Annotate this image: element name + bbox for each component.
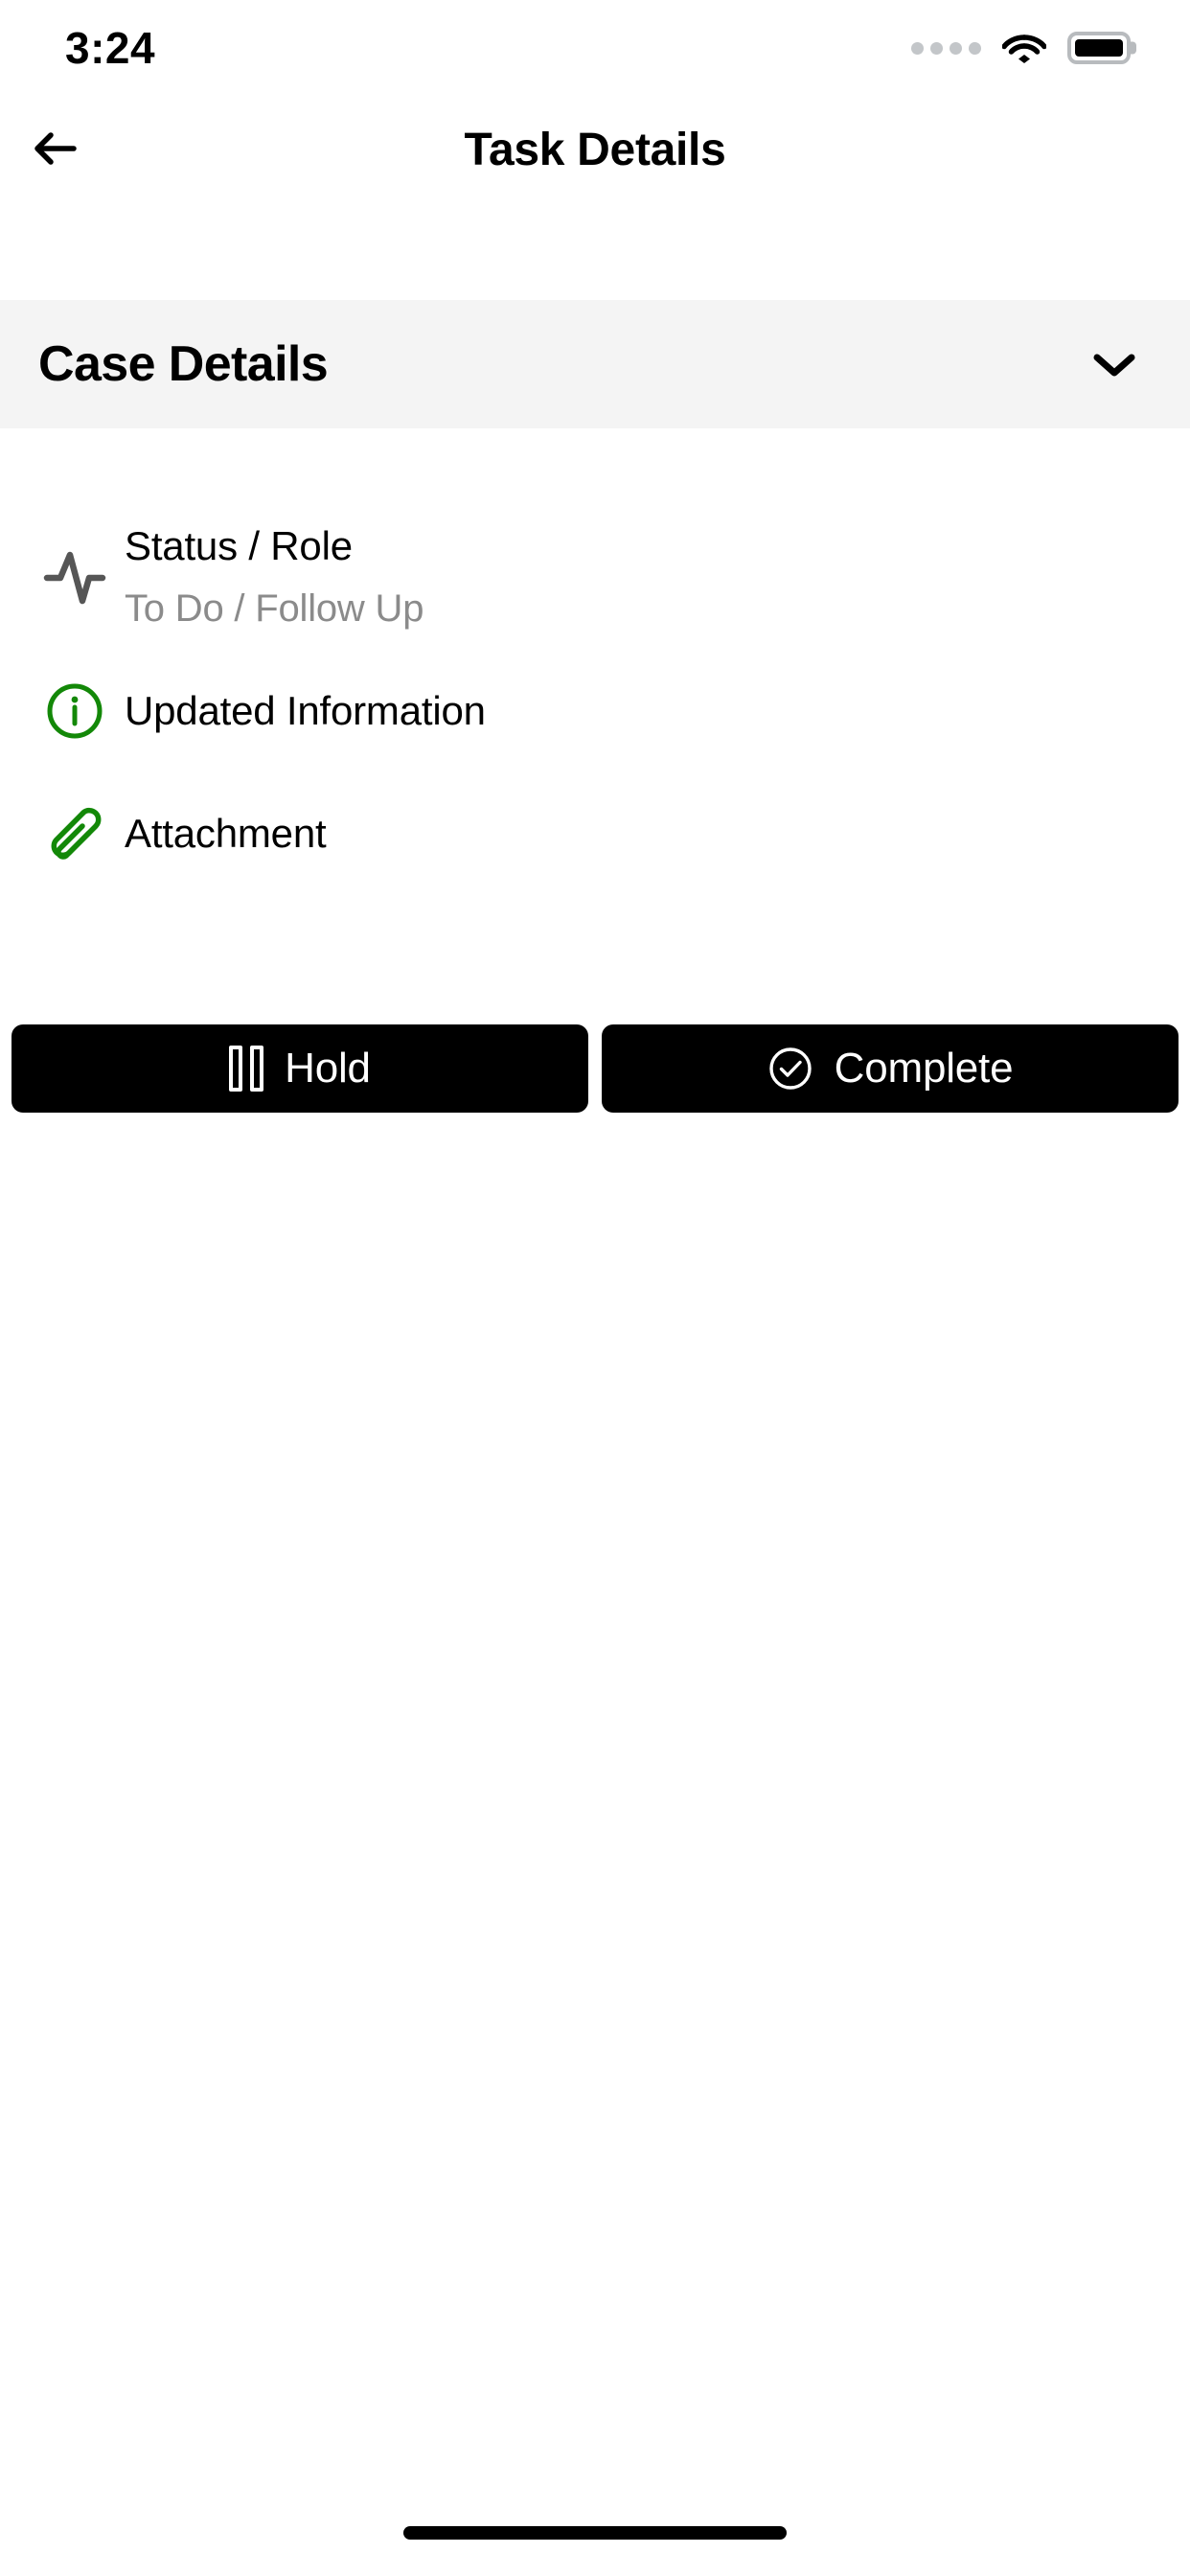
status-bar-time: 3:24	[65, 23, 156, 73]
complete-button-label: Complete	[834, 1045, 1014, 1092]
chevron-down-icon[interactable]	[1091, 350, 1137, 379]
status-bar: 3:24	[0, 0, 1190, 96]
status-role-label: Status / Role	[125, 523, 353, 568]
back-button[interactable]	[21, 117, 88, 184]
wifi-icon	[1002, 32, 1046, 64]
paperclip-icon	[38, 804, 111, 863]
detail-row-attachment[interactable]: Attachment	[0, 804, 1190, 863]
task-details-screen: 3:24 Task Details Case Details Status / …	[0, 0, 1190, 2576]
complete-button[interactable]: Complete	[602, 1024, 1179, 1113]
action-button-bar: Hold Complete	[0, 1024, 1190, 1113]
case-details-section-header[interactable]: Case Details	[0, 300, 1190, 428]
attachment-label: Attachment	[125, 811, 327, 857]
hold-button-label: Hold	[285, 1045, 371, 1092]
status-bar-indicators	[911, 32, 1131, 64]
detail-row-status-role[interactable]: Status / Role To Do / Follow Up	[0, 523, 1190, 631]
pause-icon	[229, 1046, 264, 1092]
activity-pulse-icon	[38, 523, 111, 631]
detail-row-updated-information[interactable]: Updated Information	[0, 681, 1190, 741]
detail-row-updated-information-body: Updated Information	[125, 681, 486, 741]
section-title: Case Details	[38, 336, 329, 392]
detail-row-status-role-body: Status / Role To Do / Follow Up	[125, 523, 423, 631]
home-indicator	[403, 2526, 787, 2540]
info-circle-icon	[38, 681, 111, 741]
status-role-value: To Do / Follow Up	[125, 587, 424, 631]
detail-row-attachment-body: Attachment	[125, 804, 327, 863]
check-circle-icon	[767, 1046, 813, 1092]
arrow-left-icon	[30, 124, 80, 176]
signal-dots-icon	[911, 41, 981, 55]
case-details-list: Status / Role To Do / Follow Up Updated …	[0, 428, 1190, 863]
page-title: Task Details	[464, 125, 726, 175]
hold-button[interactable]: Hold	[11, 1024, 588, 1113]
battery-full-icon	[1067, 32, 1131, 64]
updated-information-label: Updated Information	[125, 688, 486, 734]
navigation-bar: Task Details	[0, 96, 1190, 204]
